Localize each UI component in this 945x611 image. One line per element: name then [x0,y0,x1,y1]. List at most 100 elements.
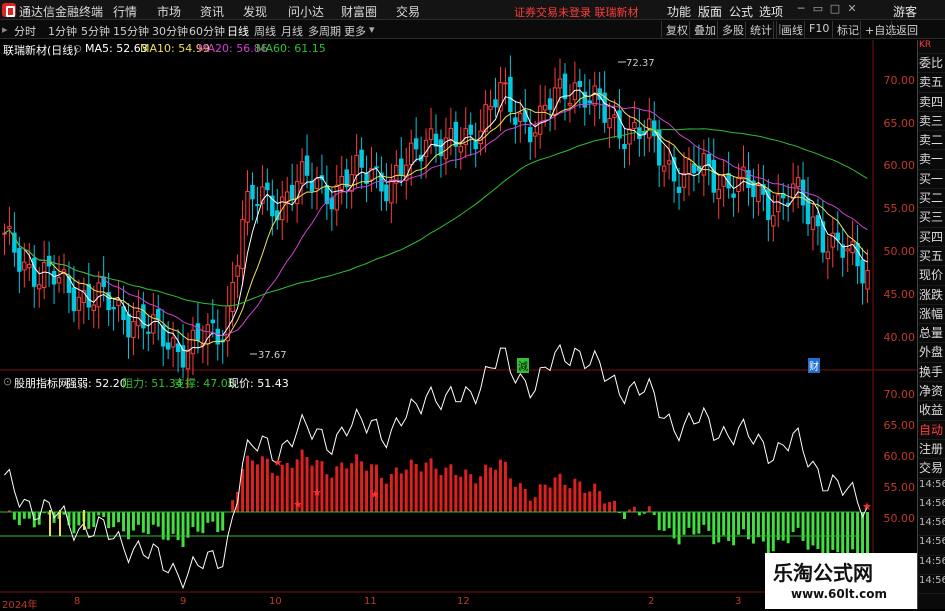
quote-side-panel: KR 委比 卖五 卖四 卖三 卖二 卖一 买一 买二 买三 买四 买五 现价 涨… [917,40,945,609]
high-price-label: 72.37 [626,58,655,69]
side-time: 14:56 [918,536,945,556]
candle-body [245,191,250,223]
candle-body [339,175,344,190]
candle-body [473,140,478,150]
candle-body [27,263,32,269]
tag-jian[interactable]: 減 [517,358,529,373]
side-huanshou[interactable]: 换手 [918,363,945,383]
side-mai3[interactable]: 卖三 [918,112,945,132]
side-zongliang[interactable]: 总量 [918,324,945,344]
candle-body [96,282,101,308]
candle-body [156,309,161,320]
side-buy4[interactable]: 买四 [918,228,945,247]
star-signal: ★ [862,500,872,513]
candle-body [850,241,855,254]
candle-body [190,329,196,355]
candle-body [354,154,359,176]
candle-body [637,127,642,140]
candle-body [41,262,47,289]
candle-body [126,313,131,338]
candle-body [776,194,781,213]
side-time: 14:56 [918,479,945,498]
candle-body [825,251,831,260]
candle-body [592,85,597,106]
candle-body [116,299,121,307]
candle-body [686,159,692,175]
side-buy5[interactable]: 买五 [918,247,945,267]
candle-body [71,287,77,312]
candle-body [448,127,454,141]
candle-body [652,120,657,137]
candle-body [681,172,687,188]
price-tick: 55.00 [883,202,916,215]
candle-body [731,193,736,198]
candle-body [309,180,315,192]
candle-body [537,105,543,135]
candle-body [810,216,816,230]
side-jiaoyi[interactable]: 交易 [918,459,945,479]
side-zidong[interactable]: 自动 [918,421,945,440]
candle-body [413,138,419,150]
candle-body [121,306,126,321]
x-tick: 2 [648,596,655,607]
candle-body [855,242,860,267]
sub-tick: 55.00 [883,481,916,494]
side-mai5[interactable]: 卖五 [918,73,945,93]
candle-body [374,166,379,169]
side-mai1[interactable]: 卖一 [918,150,945,170]
sub-legend-xianjia: 现价: 51.43 [228,377,289,390]
candle-body [146,331,151,334]
side-jingzi[interactable]: 净资 [918,382,945,402]
side-xianjia[interactable]: 现价 [918,266,945,286]
side-badge-icon: KR [918,40,945,54]
candle-body [508,76,513,113]
x-tick: 12 [457,596,470,607]
star-signal: ★ [312,486,322,499]
candle-body [711,159,716,193]
kline-chart[interactable]: ★ ★ ★ ★ ★ [0,0,945,609]
price-tick: 50.00 [883,245,916,258]
side-mai2[interactable]: 卖二 [918,131,945,151]
candle-body [7,226,12,229]
candle-body [359,149,364,168]
x-tick: 11 [364,596,377,607]
candle-body [627,128,632,145]
candle-body [284,191,290,203]
candle-body [299,161,305,184]
candle-body [91,304,96,311]
candle-body [547,98,553,110]
tag-cai[interactable]: 财 [808,358,820,373]
candle-body [170,337,176,348]
candle-body [542,104,548,111]
side-mai4[interactable]: 卖四 [918,93,945,112]
sub-toggle-icon[interactable]: ⊙ [3,375,12,388]
candle-body [17,247,22,272]
candle-body [230,281,235,313]
candle-body [513,117,518,125]
side-weibi[interactable]: 委比 [918,54,945,74]
side-zhuce[interactable]: 注册 [918,440,945,460]
candle-body [741,166,746,180]
side-zhangdie[interactable]: 涨跌 [918,286,945,305]
side-waipan[interactable]: 外盘 [918,343,945,363]
candle-body [790,183,796,199]
side-buy3[interactable]: 买三 [918,208,945,228]
candle-body [716,188,721,200]
candle-body [865,270,870,290]
candle-body [518,112,523,122]
candle-body [334,184,340,211]
candle-body [165,342,171,350]
sub-legend-qiangruo: 强弱: 52.20 [66,377,127,390]
side-buy2[interactable]: 买二 [918,189,945,209]
side-shouyi[interactable]: 收益 [918,401,945,421]
side-time: 14:56 [918,498,945,518]
candle-body [86,283,92,308]
candle-body [210,319,216,324]
candle-body [800,179,806,206]
sub-tick: 50.00 [883,512,916,525]
side-buy1[interactable]: 买一 [918,170,945,190]
side-zhangfu[interactable]: 涨幅 [918,305,945,325]
candle-body [56,277,62,284]
sub-legend-zhicheng: 支撑: 47.08 [174,377,235,390]
candle-body [468,124,473,135]
